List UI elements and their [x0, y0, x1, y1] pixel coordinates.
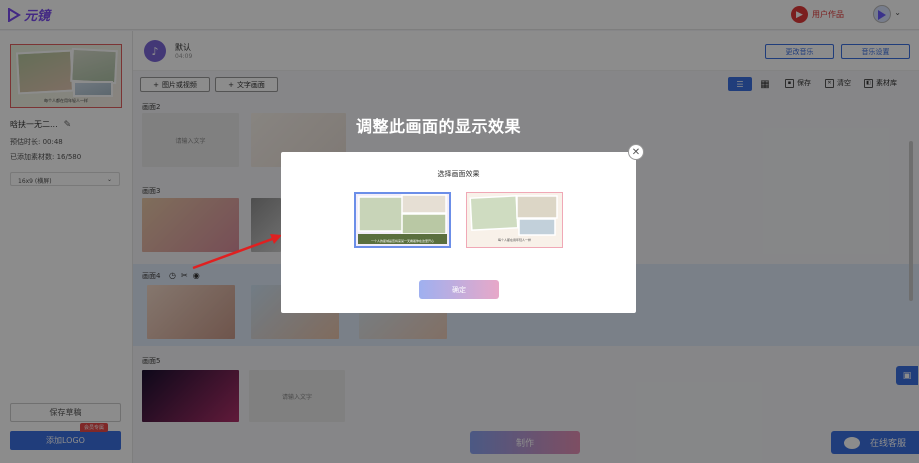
- effect-option-caption: 每个人都在用年轻人一样: [497, 238, 531, 242]
- confirm-button[interactable]: 确定: [419, 280, 499, 299]
- display-effect-modal: 选择画面效果 ✕ 一个人的星城是否将来某一天看着你在这里开心 每个人都在用年轻人…: [281, 144, 644, 313]
- close-icon[interactable]: ✕: [628, 144, 644, 160]
- modal-title: 选择画面效果: [437, 170, 480, 178]
- effect-option-2[interactable]: 每个人都在用年轻人一样: [466, 192, 563, 248]
- annotation-text: 调整此画面的显示效果: [356, 117, 522, 136]
- effect-option-caption: 一个人的星城是否将来某一天看着你在这里开心: [370, 239, 434, 243]
- effect-option-1[interactable]: 一个人的星城是否将来某一天看着你在这里开心: [354, 192, 451, 248]
